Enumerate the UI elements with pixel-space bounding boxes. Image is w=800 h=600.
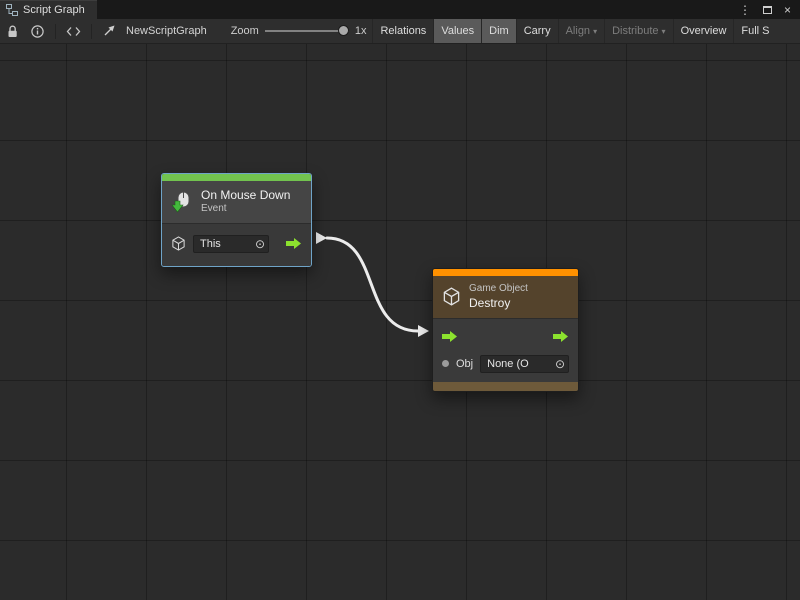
destroy-flow-input-port[interactable] bbox=[442, 331, 458, 342]
mouse-down-icon bbox=[171, 191, 193, 213]
destroy-node-header[interactable]: Game Object Destroy bbox=[433, 276, 578, 318]
relations-button[interactable]: Relations bbox=[372, 19, 433, 44]
overview-button-label: Overview bbox=[681, 25, 727, 37]
align-button: Align▾ bbox=[558, 19, 604, 44]
destroy-obj-field[interactable]: None (O ⊙ bbox=[480, 355, 569, 373]
overview-button[interactable]: Overview bbox=[673, 19, 734, 44]
graph-tab-icon bbox=[6, 4, 18, 16]
chevron-down-icon: ▾ bbox=[662, 27, 666, 36]
close-icon[interactable]: × bbox=[784, 4, 791, 16]
tab-script-graph[interactable]: Script Graph bbox=[0, 0, 97, 19]
title-bar: Script Graph ⋮ × bbox=[0, 0, 800, 19]
code-view-button[interactable] bbox=[61, 19, 86, 44]
graph-canvas[interactable] bbox=[0, 44, 800, 600]
carry-button-label: Carry bbox=[524, 25, 551, 37]
event-node-header[interactable]: On Mouse Down Event bbox=[162, 181, 311, 223]
maximize-icon[interactable] bbox=[763, 6, 772, 14]
game-object-cube-icon bbox=[442, 287, 461, 306]
toolbar-button-group: Relations Values Dim Carry Align▾ Distri… bbox=[372, 19, 776, 44]
lock-icon bbox=[7, 25, 18, 38]
graph-toolbar: NewScriptGraph Zoom 1x Relations Values … bbox=[0, 19, 800, 44]
destroy-obj-value: None (O bbox=[487, 358, 529, 370]
code-icon bbox=[66, 26, 81, 37]
event-node-title: On Mouse Down bbox=[201, 188, 290, 203]
zoom-label: Zoom bbox=[231, 25, 259, 37]
info-button[interactable] bbox=[25, 19, 50, 44]
object-picker-icon[interactable]: ⊙ bbox=[552, 358, 565, 370]
event-target-value: This bbox=[200, 238, 221, 250]
destroy-bottom-strip bbox=[433, 382, 578, 391]
distribute-button: Distribute ▾ bbox=[604, 19, 672, 44]
obj-port-dot-icon bbox=[442, 360, 449, 367]
info-icon bbox=[31, 25, 44, 38]
window-menu-icon[interactable]: ⋮ bbox=[739, 4, 751, 16]
event-accent-strip bbox=[162, 174, 311, 181]
chevron-down-icon: ▾ bbox=[593, 27, 597, 36]
toolbar-separator bbox=[55, 24, 56, 39]
distribute-button-label: Distribute bbox=[612, 25, 658, 37]
destroy-flow-output-port[interactable] bbox=[553, 331, 569, 342]
obj-port-label: Obj bbox=[456, 358, 473, 370]
event-node-body: This ⊙ bbox=[162, 223, 311, 266]
zoom-slider-knob[interactable] bbox=[338, 25, 349, 36]
fullscreen-button-label: Full S bbox=[741, 25, 769, 37]
zoom-slider[interactable] bbox=[265, 30, 349, 32]
values-button-label: Values bbox=[441, 25, 474, 37]
align-button-label: Align bbox=[566, 25, 590, 37]
destroy-node-title: Destroy bbox=[469, 296, 528, 311]
relations-button-label: Relations bbox=[380, 25, 426, 37]
zoom-value: 1x bbox=[355, 25, 367, 37]
event-target-field[interactable]: This ⊙ bbox=[193, 235, 269, 253]
destroy-node-category: Game Object bbox=[469, 283, 528, 296]
graph-pointer-icon bbox=[97, 19, 122, 44]
fullscreen-button[interactable]: Full S bbox=[733, 19, 776, 44]
tab-title: Script Graph bbox=[23, 4, 85, 16]
dim-button[interactable]: Dim bbox=[481, 19, 516, 44]
destroy-node-body: ▷ Obj None (O ⊙ bbox=[433, 318, 578, 382]
game-object-cube-icon bbox=[171, 236, 186, 251]
toolbar-separator bbox=[91, 24, 92, 39]
event-node-subtitle: Event bbox=[201, 203, 290, 216]
carry-button[interactable]: Carry bbox=[516, 19, 558, 44]
object-picker-icon[interactable]: ⊙ bbox=[252, 238, 265, 250]
script-graph-window: Script Graph ⋮ × bbox=[0, 0, 800, 600]
event-flow-output-port[interactable] bbox=[286, 238, 302, 249]
dim-button-label: Dim bbox=[489, 25, 509, 37]
window-controls: ⋮ × bbox=[739, 0, 800, 19]
values-button[interactable]: Values bbox=[433, 19, 481, 44]
zoom-control: Zoom 1x bbox=[231, 25, 367, 37]
node-destroy[interactable]: Game Object Destroy ▷ bbox=[432, 268, 579, 392]
node-on-mouse-down[interactable]: On Mouse Down Event This ⊙ bbox=[161, 173, 312, 267]
destroy-accent-strip bbox=[433, 269, 578, 276]
lock-button[interactable] bbox=[0, 19, 25, 44]
graph-name-breadcrumb[interactable]: NewScriptGraph bbox=[126, 25, 207, 37]
